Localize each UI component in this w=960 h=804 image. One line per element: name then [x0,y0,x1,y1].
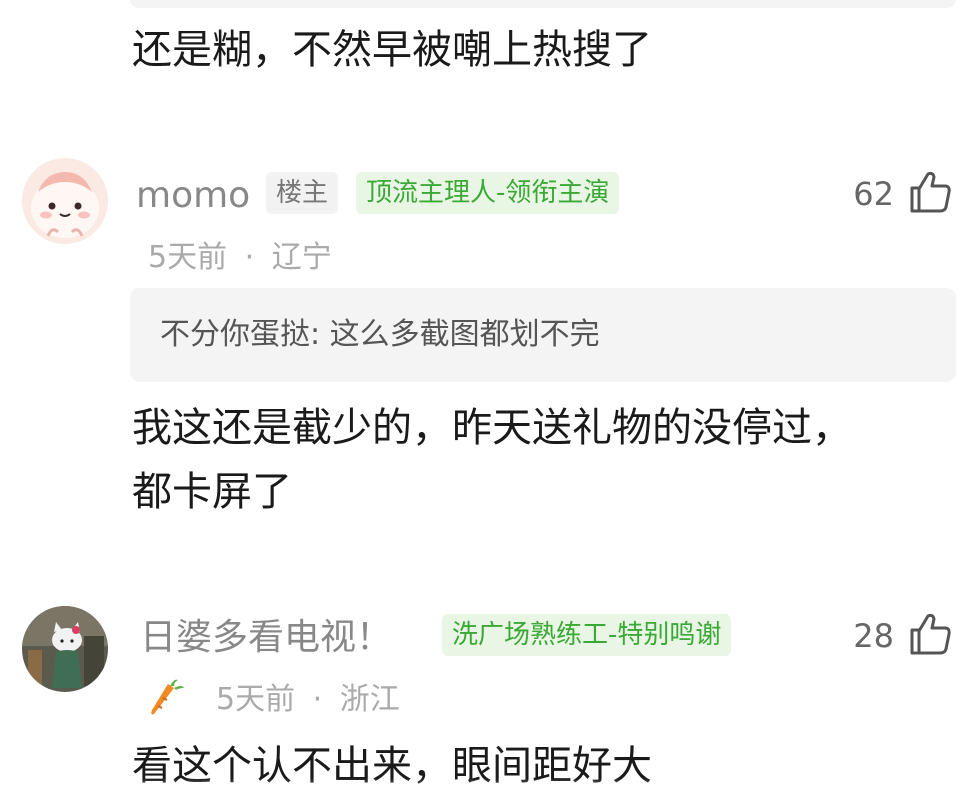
avatar[interactable] [22,158,108,244]
location: 辽宁 [271,240,332,275]
title-badge[interactable]: 洗广场熟练工-特别鸣谢 [442,614,732,656]
like-count: 62 [853,175,894,213]
title-badge[interactable]: 顶流主理人-领衔主演 [356,172,620,214]
op-badge: 楼主 [266,172,339,214]
cartoon-face-avatar-icon [22,158,108,244]
carrot-icon [146,676,188,718]
thumbs-up-icon[interactable] [906,168,954,216]
hello-kitty-avatar-icon [22,606,108,692]
location: 浙江 [339,682,400,717]
timestamp: 5天前 [148,240,228,275]
quote-box-edge [130,0,956,8]
quoted-reply[interactable]: 不分你蛋挞: 这么多截图都划不完 [130,288,956,382]
quoted-reply-text: 不分你蛋挞: 这么多截图都划不完 [160,317,600,352]
comment-text-line: 都卡屏了 [132,469,292,515]
comment-text-line: 我这还是截少的，昨天送礼物的没停过， [132,405,852,451]
meta-separator: · [244,240,255,275]
reply-text: 还是糊，不然早被嘲上热搜了 [132,27,652,73]
comment-meta: 5天前 · 浙江 [216,680,400,720]
comment-thread: 还是糊，不然早被嘲上热搜了 momo 楼主 顶流主理人-领衔主演 62 5天前 … [0,0,960,804]
username[interactable]: 日婆多看电视！ [140,616,392,660]
bottom-fade [0,778,960,804]
timestamp: 5天前 [216,682,296,717]
thumbs-up-icon[interactable] [906,610,954,658]
comment-meta: 5天前 · 辽宁 [148,238,332,278]
avatar[interactable] [22,606,108,692]
meta-separator: · [312,682,323,717]
username[interactable]: momo [136,174,250,218]
like-count: 28 [853,617,894,655]
